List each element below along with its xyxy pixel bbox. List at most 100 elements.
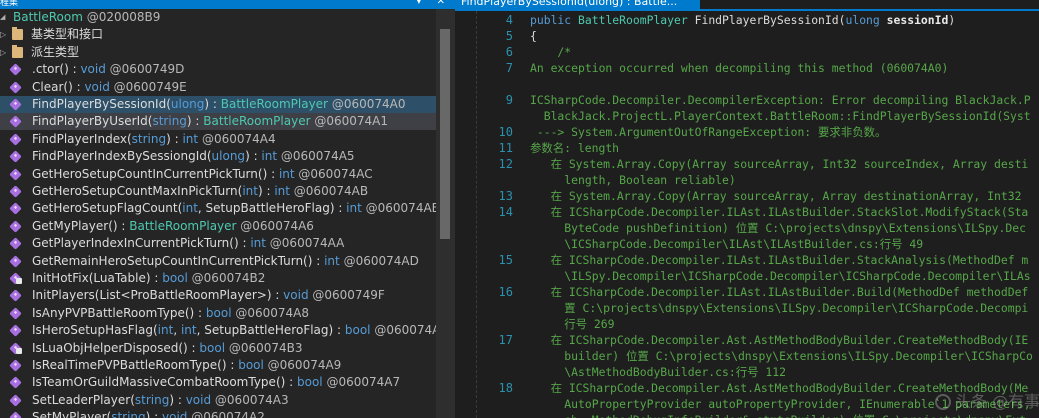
method-name: InitPlayers bbox=[32, 288, 95, 303]
tree-item-label: FindPlayerBySessionId(ulong) : BattleRoo… bbox=[32, 96, 405, 113]
tree-item[interactable]: GetHeroSetupFlagCount(int, SetupBattleHe… bbox=[0, 200, 440, 217]
collapse-arrow-icon[interactable]: ▷ bbox=[0, 26, 10, 43]
method-name: IsRealTimePVPBattleRoomType bbox=[32, 358, 218, 372]
tree-item-label: SetMyPlayer(string) : void @060074A2 bbox=[32, 409, 265, 418]
method-name: Clear bbox=[32, 79, 64, 94]
tree-item[interactable]: .ctor() : void @0600749D bbox=[0, 61, 436, 78]
tree-item[interactable]: GetHeroSetupCountInCurrentPickTurn() : i… bbox=[0, 166, 436, 183]
tree-item[interactable]: IsHeroSetupHasFlag(int, int, SetupBattle… bbox=[0, 322, 447, 339]
scrollbar-thumb[interactable] bbox=[440, 29, 450, 239]
metadata-token: @060074A6 bbox=[236, 218, 314, 233]
method-name: GetRemainHeroSetupCountInCurrentPickTurn bbox=[32, 253, 304, 268]
method-name: GetMyPlayer bbox=[32, 218, 109, 233]
metadata-token: @060074AE bbox=[361, 201, 440, 216]
collapse-arrow-icon[interactable]: ▷ bbox=[0, 44, 10, 61]
tree-item[interactable]: IsAnyPVPBattleRoomType() : bool @060074A… bbox=[0, 305, 436, 322]
separator: : bbox=[226, 358, 239, 372]
return-type: bool bbox=[238, 358, 264, 372]
separator: : bbox=[150, 410, 163, 418]
return-type: bool bbox=[296, 375, 323, 390]
folder-icon bbox=[12, 44, 23, 58]
line-number: 12 bbox=[498, 157, 513, 171]
tree-item[interactable]: FindPlayerIndex(string) : int @060074A4 bbox=[0, 131, 436, 148]
panel-title-bar: 程集 ▾ ✕ bbox=[0, 0, 455, 9]
method-params: () bbox=[184, 305, 195, 320]
method-params: (int, SetupBattleHeroFlag) bbox=[177, 201, 335, 216]
line-number: 5 bbox=[505, 29, 513, 43]
code-line: BlackJack.ProjectL.PlayerContext.BattleR… bbox=[530, 109, 1031, 123]
expand-arrow-icon[interactable]: ◢ bbox=[0, 9, 10, 26]
editor-gutter bbox=[455, 11, 477, 418]
method-icon bbox=[9, 150, 22, 163]
method-name: GetHeroSetupCountMaxInPickTurn bbox=[32, 184, 238, 198]
metadata-token: @060074A9 bbox=[263, 358, 342, 372]
metadata-token: @060074A3 bbox=[211, 392, 289, 407]
return-type: void bbox=[80, 62, 106, 77]
separator: : bbox=[117, 218, 130, 233]
tree-item[interactable]: GetRemainHeroSetupCountInCurrentPickTurn… bbox=[0, 253, 436, 270]
tree-item[interactable]: SetMyPlayer(string) : void @060074A2 bbox=[0, 409, 436, 418]
tree-item-label: GetPlayerIndexInCurrentPickTurn() : int … bbox=[32, 235, 344, 252]
method-icon bbox=[9, 167, 22, 181]
return-type: void bbox=[162, 410, 188, 418]
editor-tab[interactable]: FindPlayerBySessionId(ulong) : Battle... bbox=[455, 0, 700, 9]
tree-item[interactable]: SetLeaderPlayer(string) : void @060074A3 bbox=[0, 392, 436, 409]
tree-item[interactable]: FindPlayerBySessionId(ulong) : BattleRoo… bbox=[0, 96, 436, 113]
panel-window-buttons[interactable]: ▾ ✕ bbox=[416, 0, 451, 8]
return-type: int bbox=[182, 131, 199, 146]
code-line: 在 ICSharpCode.Decompiler.ILAst.ILAstBuil… bbox=[530, 285, 1029, 299]
tree-item[interactable]: IsLuaObjHelperDisposed() : bool @060074B… bbox=[0, 340, 436, 357]
metadata-token: @060074A0 bbox=[328, 97, 406, 111]
code-line: 行号 269 bbox=[530, 317, 615, 331]
return-type: int bbox=[261, 149, 278, 164]
tree-item[interactable]: InitPlayers(List<ProBattleRoomPlayer>) :… bbox=[0, 287, 436, 304]
code-line: 在 System.Array.Copy(Array sourceArray, A… bbox=[530, 189, 1029, 203]
tree-item[interactable]: GetMyPlayer() : BattleRoomPlayer @060074… bbox=[0, 218, 436, 235]
tree-item[interactable]: IsRealTimePVPBattleRoomType() : bool @06… bbox=[0, 357, 436, 374]
method-icon bbox=[9, 133, 22, 146]
tree-item[interactable]: IsTeamOrGuildMassiveCombatRoomType() : b… bbox=[0, 374, 436, 391]
tree-item[interactable]: ▷ 派生类型 bbox=[0, 44, 436, 61]
item-name: 基类型和接口 bbox=[31, 27, 104, 42]
method-icon bbox=[9, 376, 22, 390]
line-number: 13 bbox=[498, 189, 513, 203]
tree-item[interactable]: GetPlayerIndexInCurrentPickTurn() : int … bbox=[0, 235, 436, 252]
tree-item[interactable]: ◢ BattleRoom @020008B9 bbox=[0, 9, 436, 26]
assembly-tree[interactable]: ◢ BattleRoom @020008B9 ▷ 基类型和接口 ▷ 派生类型 .ctor()… bbox=[0, 9, 447, 418]
code-line: \AstMethodBodyBuilder.cs:行号 112 bbox=[530, 365, 786, 379]
tree-item[interactable]: Clear() : void @0600749E bbox=[0, 79, 436, 96]
code-line: sb, MethodDebugInfoBuilder& stmtsBuilder… bbox=[530, 412, 1026, 418]
metadata-token: @0600749F bbox=[308, 288, 385, 303]
tree-item[interactable]: InitHotFix(LuaTable) : bool @060074B2 bbox=[0, 270, 436, 287]
method-name: FindPlayerByUserId bbox=[32, 114, 148, 129]
tree-item[interactable]: GetHeroSetupCountMaxInPickTurn(int) : in… bbox=[0, 183, 436, 200]
method-name: SetMyPlayer bbox=[32, 410, 107, 418]
metadata-token: @060074A1 bbox=[310, 114, 388, 129]
tree-scrollbar[interactable] bbox=[436, 9, 455, 418]
metadata-token: @060074A2 bbox=[187, 410, 265, 418]
code-line: 在 ICSharpCode.Decompiler.ILAst.ILAstBuil… bbox=[530, 253, 1029, 267]
separator: : bbox=[68, 62, 81, 77]
metadata-token: @0600749D bbox=[105, 62, 185, 77]
method-params: (LuaTable) bbox=[88, 271, 151, 285]
method-icon bbox=[9, 307, 22, 320]
return-type: BattleRoomPlayer bbox=[220, 97, 328, 111]
line-number: 14 bbox=[498, 205, 513, 219]
tree-item[interactable]: FindPlayerIndexBySessiongId(ulong) : int… bbox=[0, 148, 436, 165]
tree-item[interactable]: FindPlayerByUserId(string) : BattleRoomP… bbox=[0, 113, 436, 131]
code-token: sessionId bbox=[886, 13, 949, 27]
folder-icon bbox=[12, 27, 23, 41]
method-params: (ulong) bbox=[206, 149, 250, 164]
method-name: GetHeroSetupCountInCurrentPickTurn bbox=[32, 166, 258, 181]
metadata-token: @020008B9 bbox=[82, 10, 161, 24]
return-type: int bbox=[274, 184, 290, 198]
code-token: FindPlayerBySessionId( bbox=[694, 13, 846, 27]
tree-item[interactable]: ▷ 基类型和接口 bbox=[0, 26, 436, 43]
method-params: () bbox=[257, 166, 268, 181]
code-token: ulong bbox=[845, 13, 887, 27]
separator: : bbox=[194, 305, 206, 320]
tree-item-label: GetHeroSetupCountInCurrentPickTurn() : i… bbox=[32, 166, 373, 183]
method-name: IsAnyPVPBattleRoomType bbox=[32, 305, 185, 320]
code-line: /* bbox=[530, 45, 572, 59]
method-icon bbox=[9, 220, 22, 233]
